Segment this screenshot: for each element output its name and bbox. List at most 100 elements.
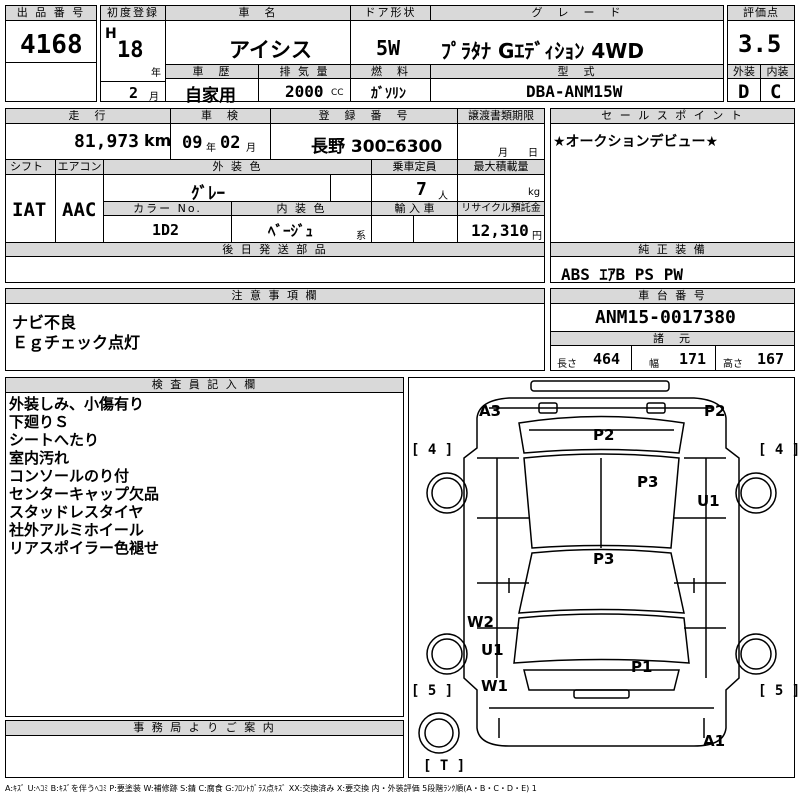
- inspector-line: 室内汚れ: [9, 449, 70, 467]
- color-no-header: カラー No.: [104, 201, 232, 216]
- shaken-year: 09: [182, 133, 203, 153]
- inspector-box: 検 査 員 記 入 欄 外装しみ、小傷有り 下廻りＳ シートへたり 室内汚れ コ…: [5, 377, 404, 717]
- car-name-header: 車 名: [166, 6, 351, 21]
- inspector-line: センターキャップ欠品: [9, 485, 160, 503]
- note-line: Ｅｇチェック点灯: [12, 333, 141, 352]
- spec-length: 464: [593, 350, 621, 368]
- specs-header: 諸 元: [551, 331, 794, 346]
- reg-number-header: 登 録 番 号: [271, 109, 458, 124]
- sales-point-box: セ ー ル ス ポ イ ン ト ★オークションデビュー★ 純 正 装 備 ABS…: [550, 108, 795, 284]
- genuine-equip-header: 純 正 装 備: [551, 242, 794, 257]
- lot-number: 4168: [20, 30, 83, 60]
- displacement: 2000: [285, 82, 324, 101]
- damage-mark: W2: [467, 613, 494, 631]
- interior-header: 内装: [761, 64, 794, 79]
- tire-spare: [ T ]: [423, 758, 466, 774]
- capacity-header: 乗車定員: [372, 160, 458, 175]
- first-reg-month: 2: [129, 84, 139, 102]
- int-color-header: 内 装 色: [232, 201, 372, 216]
- notes-box: 注 意 事 項 欄 ナビ不良 Ｅｇチェック点灯: [5, 288, 545, 371]
- inspector-line: スタッドレスタイヤ: [9, 503, 144, 521]
- lot-header: 出 品 番 号: [6, 6, 96, 21]
- inspector-line: リアスポイラー色褪せ: [9, 539, 160, 557]
- mileage: 81,973: [74, 131, 140, 152]
- damage-mark: P2: [704, 402, 726, 420]
- fuel-header: 燃 料: [351, 64, 431, 79]
- shift-header: シフト: [6, 160, 56, 175]
- transfer-docs-header: 譲渡書類期限: [458, 109, 544, 124]
- damage-mark: A1: [703, 732, 726, 750]
- spec-width: 171: [679, 350, 707, 368]
- score-header: 評価点: [728, 6, 794, 21]
- office-box: 事 務 局 よ り ご 案 内: [5, 720, 404, 778]
- reg-number: 長野 300ﾆ6300: [311, 137, 443, 157]
- damage-mark: P3: [637, 473, 659, 491]
- recycle-header: リサイクル預託金: [458, 201, 544, 216]
- damage-diagram: [ 4 ] [ 4 ] [ 5 ] [ 5 ] [ T ] A3 P2 P2 P…: [408, 377, 800, 778]
- color-no: 1D2: [152, 221, 180, 239]
- import-header: 輸 入 車: [372, 201, 458, 216]
- legend: A:ｷｽﾞ U:ﾍｺﾐ B:ｷｽﾞを伴うﾍｺﾐ P:要塗装 W:補修跡 S:錆 …: [5, 784, 537, 793]
- damage-mark: W1: [481, 677, 508, 695]
- chassis-number: ANM15-0017380: [595, 307, 736, 328]
- door-header: ドア形状: [351, 6, 431, 21]
- door-type: 5W: [376, 36, 401, 60]
- vehicle-info-top: 初度登録 車 名 ドア形状 グ レ ー ド H 18 年 2 月 アイシス 5W…: [100, 5, 724, 106]
- damage-mark: U1: [481, 641, 504, 659]
- inspector-line: コンソールのり付: [9, 467, 130, 485]
- first-reg-header: 初度登録: [101, 6, 166, 21]
- tire-rear-left: [ 5 ]: [411, 683, 454, 699]
- inspector-header: 検 査 員 記 入 欄: [6, 378, 403, 393]
- interior-grade: C: [770, 81, 782, 103]
- ext-color-header: 外 装 色: [104, 160, 372, 175]
- aircon: AAC: [62, 199, 97, 221]
- damage-mark: P3: [593, 550, 615, 568]
- notes-header: 注 意 事 項 欄: [6, 289, 544, 304]
- tire-front-left: [ 4 ]: [411, 442, 454, 458]
- inspector-line: 外装しみ、小傷有り: [9, 395, 145, 413]
- mileage-header: 走 行: [6, 109, 171, 124]
- max-load-header: 最大積載量: [458, 160, 544, 175]
- inspector-notes: 外装しみ、小傷有り 下廻りＳ シートへたり 室内汚れ コンソールのり付 センター…: [9, 395, 159, 557]
- damage-mark: U1: [697, 492, 720, 510]
- recycle-amount: 12,310: [471, 221, 529, 240]
- score-box: 評価点 3.5 外装 内装 D C: [727, 5, 795, 103]
- vehicle-info-middle: 走 行 車 検 登 録 番 号 譲渡書類期限 81,973 km 09 年 02…: [5, 108, 545, 283]
- history: 自家用: [185, 86, 236, 106]
- displacement-header: 排 気 量: [259, 64, 351, 79]
- later-parts-header: 後 日 発 送 部 品: [6, 242, 544, 257]
- sales-point: ★オークションデビュー★: [553, 134, 719, 150]
- lot-box: 出 品 番 号 4168: [5, 5, 97, 102]
- car-name: アイシス: [229, 38, 312, 62]
- chassis-header: 車 台 番 号: [551, 289, 794, 304]
- grade: ﾌﾟﾗﾀﾅ Gｴﾃﾞｨｼｮﾝ 4WD: [441, 39, 644, 63]
- score-value: 3.5: [738, 30, 782, 58]
- damage-mark: P2: [593, 426, 615, 444]
- first-reg-era: H: [105, 26, 117, 42]
- model-code: DBA-ANM15W: [526, 82, 623, 101]
- inspector-line: 下廻りＳ: [9, 413, 70, 431]
- damage-mark: A3: [479, 402, 502, 420]
- shaken-month: 02: [220, 133, 241, 153]
- genuine-equip: ABS ｴｱB PS PW: [561, 265, 683, 284]
- office-header: 事 務 局 よ り ご 案 内: [6, 721, 403, 736]
- inspector-line: シートへたり: [9, 431, 100, 449]
- tire-rear-right: [ 5 ]: [758, 683, 800, 699]
- exterior-grade: D: [738, 81, 750, 103]
- shaken-header: 車 検: [171, 109, 271, 124]
- sales-point-header: セ ー ル ス ポ イ ン ト: [551, 109, 794, 124]
- capacity: 7: [416, 179, 427, 200]
- fuel: ｶﾞｿﾘﾝ: [371, 86, 406, 102]
- inspector-line: 社外アルミホイール: [9, 521, 144, 539]
- history-header: 車 歴: [166, 64, 259, 79]
- grade-header: グ レ ー ド: [431, 6, 723, 21]
- spec-height: 167: [757, 350, 785, 368]
- chassis-box: 車 台 番 号 ANM15-0017380 諸 元 長さ 464 幅 171 高…: [550, 288, 795, 371]
- first-reg-year: 18: [117, 38, 144, 63]
- model-header: 型 式: [431, 64, 723, 79]
- tire-front-right: [ 4 ]: [758, 442, 800, 458]
- shift: IAT: [12, 199, 47, 221]
- exterior-header: 外装: [728, 64, 761, 79]
- aircon-header: エアコン: [56, 160, 104, 175]
- damage-mark: P1: [631, 658, 653, 676]
